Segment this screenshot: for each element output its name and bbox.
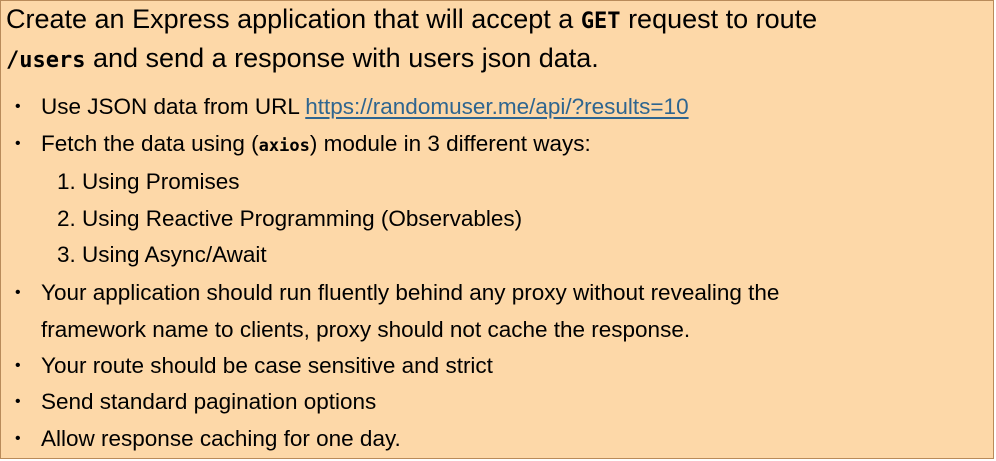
heading-text-3: and send a response with users json data…: [85, 43, 599, 73]
item-text-line-1: Your application should run fluently beh…: [41, 279, 780, 305]
item-text: Your route should be case sensitive and …: [41, 352, 493, 378]
heading-text-2: request to route: [620, 4, 818, 34]
sub-item-promises: 1. Using Promises: [57, 169, 240, 194]
bullet-icon: •: [15, 98, 21, 115]
bullet-icon: •: [15, 134, 21, 152]
randomuser-api-link[interactable]: https://randomuser.me/api/?results=10: [305, 94, 688, 119]
heading-code-users: /users: [6, 48, 86, 73]
item-text-line-2: framework name to clients, proxy should …: [41, 316, 691, 342]
item-text: Fetch the data using (: [41, 130, 259, 156]
item-text: ) module in 3 different ways:: [309, 130, 591, 156]
axios-ways-list: 1. Using Promises 2. Using Reactive Prog…: [41, 164, 981, 274]
requirement-item-caching: • Allow response caching for one day.: [1, 421, 981, 458]
requirement-item-json-url: • Use JSON data from URL https://randomu…: [1, 89, 981, 126]
requirement-item-routing: • Your route should be case sensitive an…: [1, 348, 981, 385]
sub-item-async-await: 3. Using Async/Await: [57, 242, 267, 267]
requirements-list: • Use JSON data from URL https://randomu…: [1, 89, 981, 457]
requirement-item-proxy: • Your application should run fluently b…: [1, 274, 981, 348]
requirement-item-pagination: • Send standard pagination options: [1, 384, 981, 421]
bullet-icon: •: [15, 356, 21, 374]
item-text: Allow response caching for one day.: [41, 425, 401, 451]
requirement-item-axios: • Fetch the data using (axios) module in…: [1, 126, 981, 274]
task-heading: Create an Express application that will …: [6, 1, 986, 79]
bullet-icon: •: [15, 283, 21, 301]
heading-code-get: GET: [580, 9, 621, 34]
heading-text-1: Create an Express application that will …: [6, 4, 581, 34]
slide: Create an Express application that will …: [0, 0, 994, 459]
axios-code: axios: [258, 135, 310, 156]
item-text: Use JSON data from URL: [41, 94, 306, 119]
bullet-icon: •: [15, 393, 21, 410]
bullet-icon: •: [15, 429, 21, 447]
item-text: Send standard pagination options: [41, 389, 377, 414]
sub-item-observables: 2. Using Reactive Programming (Observabl…: [57, 205, 523, 231]
